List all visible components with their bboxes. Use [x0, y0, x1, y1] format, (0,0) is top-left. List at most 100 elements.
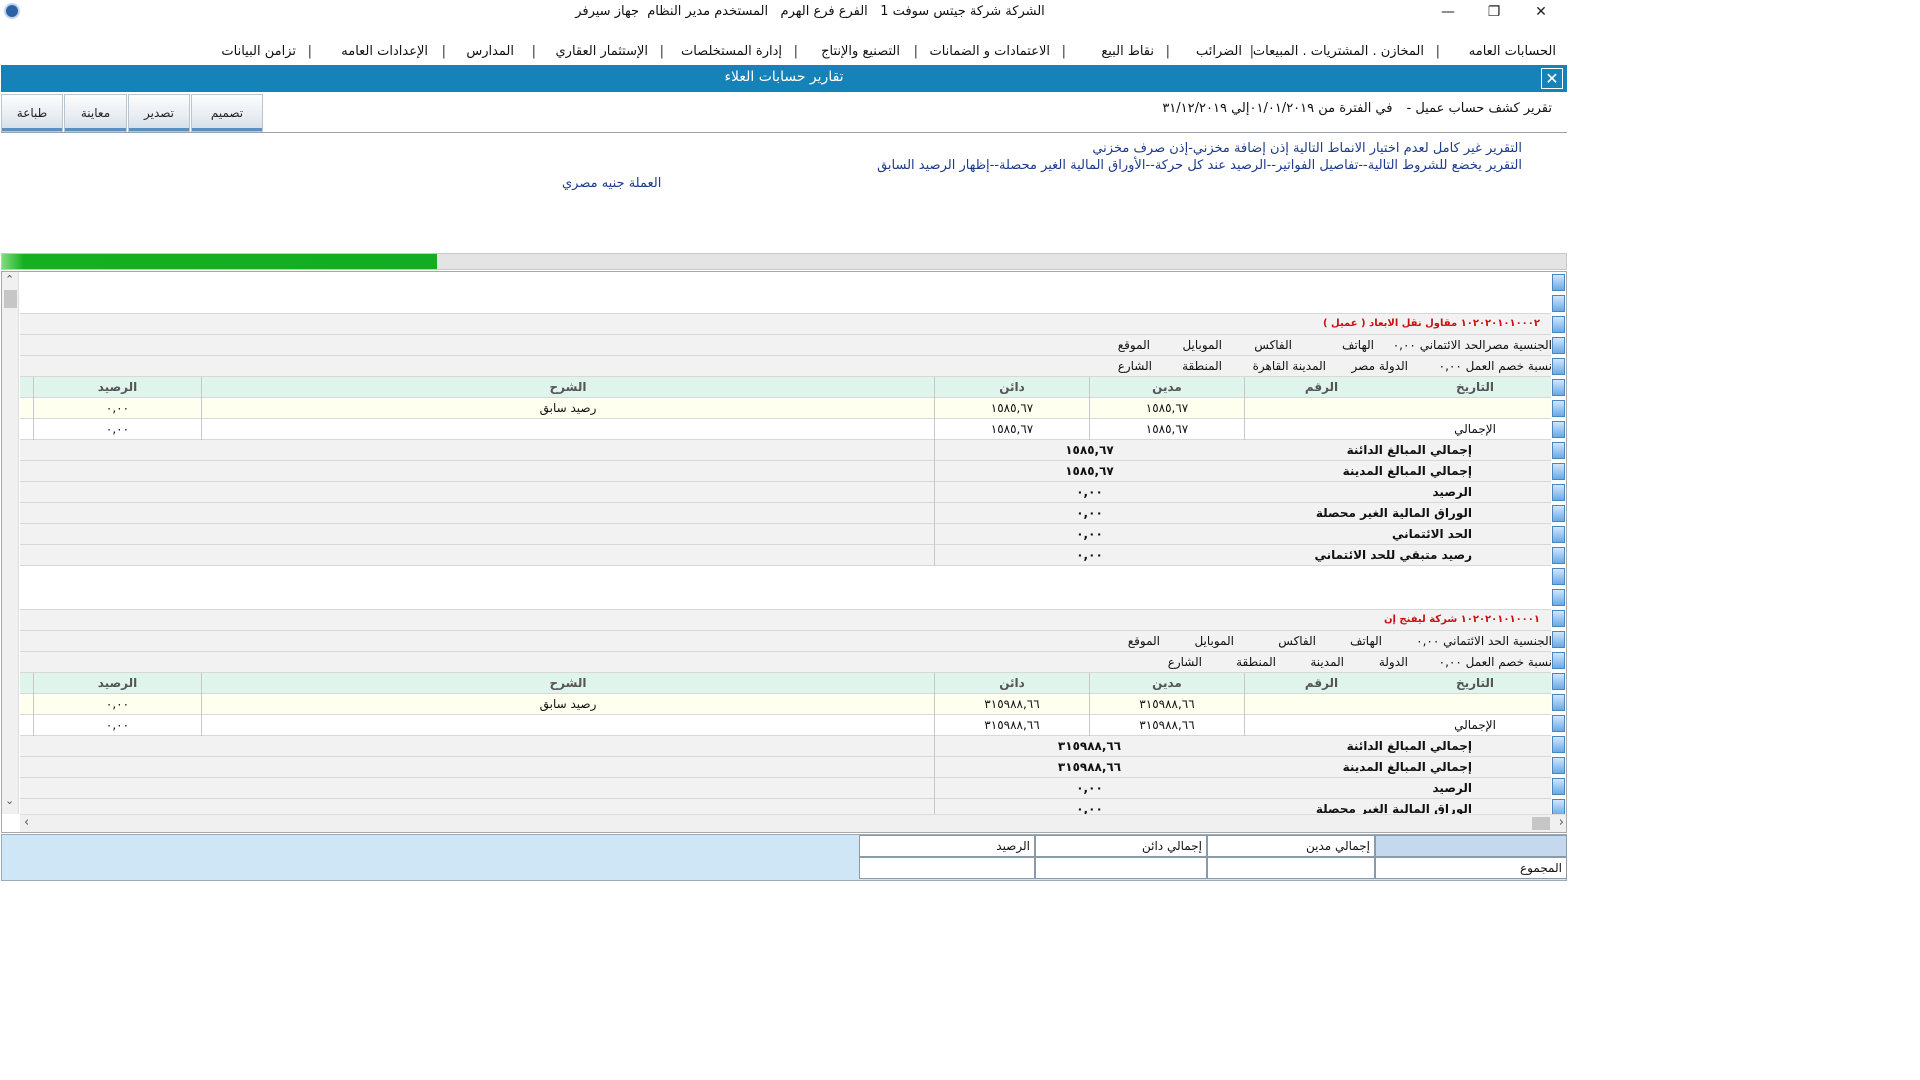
row-indicator[interactable] [1552, 715, 1565, 732]
table-row[interactable]: ١٥٨٥,٦٧ ١٥٨٥,٦٧ رصيد سابق ٠,٠٠ [20, 398, 1552, 419]
total-value: ٠,٠٠ [934, 545, 1244, 566]
menu-taxes[interactable]: الضرائب [1196, 44, 1242, 59]
row-debit: ١٥٨٥,٦٧ [1089, 419, 1244, 440]
report-period: في الفترة من ٠١/٠١/٢٠١٩إلي ٣١/١٢/٢٠١٩ [1162, 101, 1393, 116]
customer-address-row: نسبة خصم العمل ٠,٠٠ الدولة مصر المدينة ا… [20, 356, 1552, 377]
row-number [1244, 694, 1398, 715]
scroll-right-icon[interactable]: › [1559, 815, 1564, 830]
vertical-scrollbar[interactable]: ⌃ ⌄ [2, 272, 19, 814]
row-indicator[interactable] [1552, 400, 1565, 417]
summary-header-blank [1375, 835, 1567, 857]
row-indicator[interactable] [1552, 778, 1565, 795]
row-indicator[interactable] [1552, 631, 1565, 648]
menu-pos[interactable]: نقاط البيع [1101, 44, 1154, 59]
row-description: رصيد سابق [201, 398, 934, 419]
row-indicator[interactable] [1552, 337, 1565, 354]
menu-manufacturing[interactable]: التصنيع والإنتاج [821, 44, 900, 59]
row-indicator[interactable] [1552, 610, 1565, 627]
customer-website: الموقع [1117, 338, 1150, 352]
row-indicator[interactable] [1552, 442, 1565, 459]
menu-data-sync[interactable]: تزامن البيانات [221, 44, 296, 59]
row-indicator[interactable] [1552, 358, 1565, 375]
row-indicator[interactable] [1552, 505, 1565, 522]
total-value: ٠,٠٠ [934, 503, 1244, 524]
summary-debit-value [1207, 857, 1375, 879]
menu-credits-guarantees[interactable]: الاعتمادات و الضمانات [929, 44, 1050, 59]
total-value: ٣١٥٩٨٨,٦٦ [934, 736, 1244, 757]
row-indicator[interactable] [1552, 673, 1565, 690]
row-indicator[interactable] [1552, 589, 1565, 606]
column-number: الرقم [1244, 377, 1398, 398]
horizontal-scrollbar[interactable]: ‹ › [20, 814, 1566, 832]
row-indicator[interactable] [1552, 421, 1565, 438]
row-date [1398, 398, 1552, 419]
row-indicator[interactable] [1552, 757, 1565, 774]
total-row: إجمالي المبالغ المدينة ١٥٨٥,٦٧ [20, 461, 1552, 482]
restore-button[interactable]: ❐ [1471, 0, 1517, 24]
total-value: ٣١٥٩٨٨,٦٦ [934, 757, 1244, 778]
table-row[interactable]: ٣١٥٩٨٨,٦٦ ٣١٥٩٨٨,٦٦ رصيد سابق ٠,٠٠ [20, 694, 1552, 715]
scroll-down-icon[interactable]: ⌄ [5, 794, 14, 807]
report-grid[interactable]: ⌃ ⌄ ١٠٢٠٢٠١٠١٠٠٠٢ مقاول نقل الابعاد ( عم… [1, 271, 1567, 833]
preview-button[interactable]: معاينة [64, 94, 127, 132]
column-description: الشرح [201, 377, 934, 398]
print-button[interactable]: طباعة [1, 94, 63, 132]
menu-general-settings[interactable]: الإعدادات العامه [341, 44, 428, 59]
total-label: إجمالي المبالغ المدينة [1342, 464, 1472, 478]
table-header-row: التاريخ الرقم مدين دائن الشرح الرصيد [20, 673, 1552, 694]
row-indicator[interactable] [1552, 295, 1565, 312]
progress-bar-fill [2, 254, 437, 269]
row-indicator[interactable] [1552, 463, 1565, 480]
row-indicator[interactable] [1552, 526, 1565, 543]
report-heading: تقرير كشف حساب عميل - في الفترة من ٠١/٠١/… [1148, 101, 1552, 116]
row-indicator[interactable] [1552, 484, 1565, 501]
row-date [1398, 694, 1552, 715]
scroll-left-icon[interactable]: ‹ [24, 815, 29, 830]
close-report-button[interactable]: ✕ [1541, 68, 1563, 89]
customer-code-name: ١٠٢٠٢٠١٠١٠٠٠١ شركة ليفنج إن [1383, 614, 1540, 625]
row-date: الإجمالي [1454, 718, 1496, 732]
row-indicator[interactable] [1552, 316, 1565, 333]
menu-separator: | [1061, 44, 1066, 59]
row-indicator[interactable] [1552, 694, 1565, 711]
scrollbar-thumb[interactable] [4, 290, 17, 308]
window-title: الشركة شركة جيتس سوفت 1 الفرع فرع الهرم … [575, 4, 1045, 19]
row-balance: ٠,٠٠ [33, 694, 201, 715]
customer-address-row: نسبة خصم العمل ٠,٠٠ الدولة المدينة المنط… [20, 652, 1552, 673]
row-indicator[interactable] [1552, 379, 1565, 396]
row-indicator[interactable] [1552, 547, 1565, 564]
minimize-button[interactable]: — [1425, 0, 1471, 24]
row-indicator[interactable] [1552, 736, 1565, 753]
row-indicator[interactable] [1552, 274, 1565, 291]
menu-separator: | [913, 44, 918, 59]
spacer-row [20, 566, 1552, 610]
table-total-row[interactable]: الإجمالي ٣١٥٩٨٨,٦٦ ٣١٥٩٨٨,٦٦ ٠,٠٠ [20, 715, 1552, 736]
menu-inventory-sales[interactable]: المخازن . المشتريات . المبيعات [1253, 44, 1424, 59]
customer-country: الدولة [1378, 655, 1408, 669]
close-window-button[interactable]: ✕ [1518, 0, 1564, 24]
scroll-up-icon[interactable]: ⌃ [5, 273, 14, 286]
export-button[interactable]: تصدير [128, 94, 190, 132]
column-date: التاريخ [1455, 676, 1495, 690]
row-number [1244, 419, 1398, 440]
progress-bar [1, 253, 1567, 270]
design-button[interactable]: تصميم [191, 94, 263, 132]
menu-separator: | [1165, 44, 1170, 59]
menu-general-accounts[interactable]: الحسابات العامه [1469, 44, 1556, 59]
report-window-title: تقارير حسابات العلاء [724, 69, 844, 85]
report-window-header: تقارير حسابات العلاء ✕ [1, 65, 1567, 92]
table-total-row[interactable]: الإجمالي ١٥٨٥,٦٧ ١٥٨٥,٦٧ ٠,٠٠ [20, 419, 1552, 440]
total-value: ١٥٨٥,٦٧ [934, 461, 1244, 482]
row-date: الإجمالي [1454, 422, 1496, 436]
menu-schools[interactable]: المدارس [466, 44, 514, 59]
row-indicator[interactable] [1552, 568, 1565, 585]
row-indicator[interactable] [1552, 652, 1565, 669]
menu-extracts[interactable]: إدارة المستخلصات [681, 44, 782, 59]
scrollbar-thumb[interactable] [1532, 817, 1550, 830]
menu-real-estate[interactable]: الإستثمار العقاري [556, 44, 649, 59]
row-balance: ٠,٠٠ [33, 419, 201, 440]
summary-credit-header: إجمالي دائن [1035, 835, 1207, 857]
menu-separator: | [1435, 44, 1440, 59]
row-description [201, 419, 934, 440]
menu-separator: | [307, 44, 312, 59]
